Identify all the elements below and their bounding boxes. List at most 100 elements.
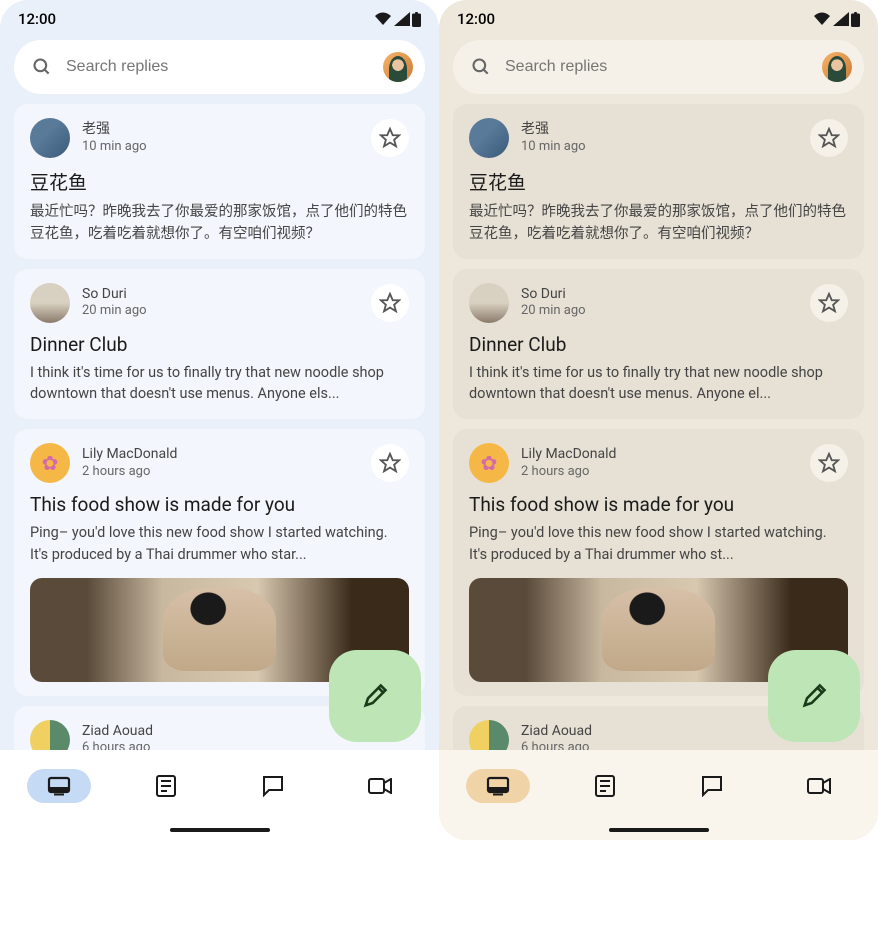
article-icon [156, 775, 176, 797]
sender-avatar[interactable] [30, 118, 70, 158]
message-card[interactable]: 老强 10 min ago 豆花鱼 最近忙吗？昨晚我去了你最爱的那家饭馆，点了他… [453, 104, 864, 259]
search-input[interactable] [505, 58, 808, 76]
sender-avatar[interactable] [30, 443, 70, 483]
card-header: So Duri 20 min ago [469, 283, 848, 323]
message-title: This food show is made for you [30, 493, 409, 516]
sender-avatar[interactable] [469, 443, 509, 483]
status-bar: 12:00 [0, 0, 439, 34]
search-icon [471, 57, 491, 77]
star-button[interactable] [371, 119, 409, 157]
card-header: Lily MacDonald 2 hours ago [469, 443, 848, 483]
nav-tab-home[interactable] [27, 769, 91, 803]
sender-name: 老强 [521, 120, 798, 138]
wifi-icon [374, 12, 392, 26]
search-bar[interactable] [14, 40, 425, 94]
message-body: Ping– you'd love this new food show I st… [30, 522, 409, 566]
nav-tab-chat[interactable] [680, 769, 744, 803]
sender-avatar[interactable] [469, 283, 509, 323]
status-icons [374, 12, 421, 27]
sender-name: So Duri [82, 285, 359, 303]
card-meta: So Duri 20 min ago [82, 285, 359, 320]
home-filled-icon [486, 776, 510, 796]
profile-avatar[interactable] [822, 52, 852, 82]
timestamp: 20 min ago [521, 303, 798, 320]
message-card[interactable]: So Duri 20 min ago Dinner Club I think i… [453, 269, 864, 420]
nav-tab-video[interactable] [787, 769, 851, 803]
message-title: 豆花鱼 [30, 168, 409, 195]
card-header: So Duri 20 min ago [30, 283, 409, 323]
star-icon [818, 292, 840, 314]
bottom-nav [0, 750, 439, 840]
sender-name: So Duri [521, 285, 798, 303]
search-bar[interactable] [453, 40, 864, 94]
card-meta: So Duri 20 min ago [521, 285, 798, 320]
timestamp: 20 min ago [82, 303, 359, 320]
sender-name: Lily MacDonald [521, 445, 798, 463]
star-icon [379, 452, 401, 474]
search-input[interactable] [66, 58, 369, 76]
card-header: 老强 10 min ago [469, 118, 848, 158]
star-icon [379, 292, 401, 314]
message-body: 最近忙吗？昨晚我去了你最爱的那家饭馆，点了他们的特色豆花鱼，吃着吃着就想你了。有… [30, 201, 409, 245]
phone-mockup-tan: 12:00 老强 10 min ago 豆花鱼 最近忙吗？昨晚我去 [439, 0, 878, 840]
message-body: Ping– you'd love this new food show I st… [469, 522, 848, 566]
nav-tab-home[interactable] [466, 769, 530, 803]
card-meta: Lily MacDonald 2 hours ago [82, 445, 359, 480]
status-bar: 12:00 [439, 0, 878, 34]
bottom-nav [439, 750, 878, 840]
star-button[interactable] [810, 119, 848, 157]
star-button[interactable] [810, 284, 848, 322]
signal-icon [833, 12, 849, 26]
compose-fab[interactable] [768, 650, 860, 742]
message-title: This food show is made for you [469, 493, 848, 516]
star-icon [379, 127, 401, 149]
pencil-icon [800, 682, 828, 710]
pencil-icon [361, 682, 389, 710]
article-icon [595, 775, 615, 797]
nav-tab-chat[interactable] [241, 769, 305, 803]
chat-icon [262, 775, 284, 797]
home-indicator[interactable] [609, 828, 709, 832]
card-meta: 老强 10 min ago [521, 120, 798, 155]
signal-icon [394, 12, 410, 26]
wifi-icon [813, 12, 831, 26]
timestamp: 10 min ago [82, 139, 359, 156]
sender-name: 老强 [82, 120, 359, 138]
profile-avatar[interactable] [383, 52, 413, 82]
card-meta: 老强 10 min ago [82, 120, 359, 155]
timestamp: 10 min ago [521, 139, 798, 156]
card-meta: Lily MacDonald 2 hours ago [521, 445, 798, 480]
message-card[interactable]: 老强 10 min ago 豆花鱼 最近忙吗？昨晚我去了你最爱的那家饭馆，点了他… [14, 104, 425, 259]
compose-fab[interactable] [329, 650, 421, 742]
timestamp: 2 hours ago [82, 464, 359, 481]
card-header: 老强 10 min ago [30, 118, 409, 158]
home-filled-icon [47, 776, 71, 796]
message-title: 豆花鱼 [469, 168, 848, 195]
message-body: I think it's time for us to finally try … [30, 362, 409, 406]
video-icon [368, 778, 392, 794]
search-icon [32, 57, 52, 77]
message-body: 最近忙吗？昨晚我去了你最爱的那家饭馆，点了他们的特色豆花鱼，吃着吃着就想你了。有… [469, 201, 848, 245]
star-button[interactable] [810, 444, 848, 482]
star-icon [818, 452, 840, 474]
message-body: I think it's time for us to finally try … [469, 362, 848, 406]
sender-avatar[interactable] [30, 283, 70, 323]
video-icon [807, 778, 831, 794]
sender-avatar[interactable] [469, 720, 509, 751]
chat-icon [701, 775, 723, 797]
sender-avatar[interactable] [469, 118, 509, 158]
nav-tab-articles[interactable] [134, 769, 198, 803]
message-card[interactable]: So Duri 20 min ago Dinner Club I think i… [14, 269, 425, 420]
clock: 12:00 [18, 10, 56, 28]
clock: 12:00 [457, 10, 495, 28]
nav-tab-video[interactable] [348, 769, 412, 803]
status-icons [813, 12, 860, 27]
sender-avatar[interactable] [30, 720, 70, 751]
card-header: Lily MacDonald 2 hours ago [30, 443, 409, 483]
sender-name: Lily MacDonald [82, 445, 359, 463]
battery-icon [851, 12, 860, 27]
star-button[interactable] [371, 444, 409, 482]
nav-tab-articles[interactable] [573, 769, 637, 803]
star-button[interactable] [371, 284, 409, 322]
home-indicator[interactable] [170, 828, 270, 832]
